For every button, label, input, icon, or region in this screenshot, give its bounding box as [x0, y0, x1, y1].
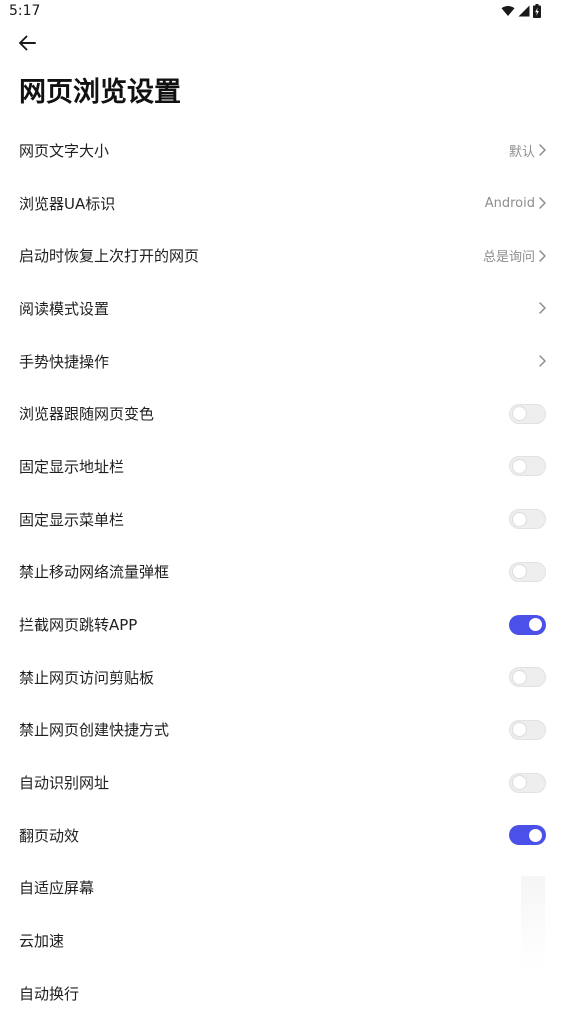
- chevron-right-icon: [539, 355, 546, 367]
- setting-label: 启动时恢复上次打开的网页: [19, 247, 200, 266]
- toggle-knob: [528, 827, 543, 843]
- toggle-switch[interactable]: [509, 561, 546, 582]
- toggle-knob: [512, 722, 527, 738]
- toggle-knob: [512, 775, 527, 791]
- toggle-switch[interactable]: [509, 614, 546, 635]
- setting-right: 默认: [509, 141, 546, 160]
- toggle-knob: [512, 511, 527, 527]
- setting-label: 自适应屏幕: [19, 879, 95, 898]
- setting-value: 总是询问: [482, 250, 535, 266]
- setting-right: [509, 719, 546, 740]
- setting-row[interactable]: 浏览器UA标识 Android: [0, 177, 565, 230]
- setting-label: 浏览器UA标识: [19, 194, 116, 213]
- setting-row[interactable]: 浏览器跟随网页变色: [0, 387, 565, 440]
- arrow-left-icon: [19, 35, 36, 51]
- setting-value: Android: [484, 195, 535, 211]
- setting-label: 禁止网页访问剪贴板: [19, 668, 155, 687]
- toggle-knob: [528, 617, 543, 633]
- toggle-knob: [512, 458, 527, 474]
- setting-row[interactable]: 禁止网页创建快捷方式: [0, 704, 565, 757]
- setting-label: 固定显示菜单栏: [19, 510, 125, 529]
- setting-label: 网页文字大小: [19, 141, 110, 160]
- toggle-switch[interactable]: [509, 772, 546, 793]
- status-time: 5:17: [9, 3, 41, 19]
- setting-row[interactable]: 启动时恢复上次打开的网页 总是询问: [0, 229, 565, 282]
- chevron-right-icon: [539, 302, 546, 315]
- setting-row[interactable]: 网页文字大小 默认: [0, 124, 565, 177]
- setting-row[interactable]: 自动识别网址: [0, 756, 565, 809]
- setting-right: [509, 456, 546, 477]
- status-icons: [501, 4, 541, 18]
- setting-row[interactable]: 固定显示菜单栏: [0, 493, 565, 546]
- toggle-switch[interactable]: [509, 825, 546, 846]
- setting-label: 拦截网页跳转APP: [19, 616, 138, 635]
- setting-row[interactable]: 翻页动效: [0, 809, 565, 862]
- toggle-knob: [512, 669, 527, 685]
- chevron-right-icon: [539, 144, 546, 157]
- setting-right: [539, 302, 546, 315]
- toggle-switch[interactable]: [509, 456, 546, 477]
- setting-label: 固定显示地址栏: [19, 457, 125, 476]
- cellular-signal-icon: [518, 5, 530, 17]
- setting-right: [539, 355, 546, 367]
- setting-row[interactable]: 禁止移动网络流量弹框: [0, 546, 565, 599]
- setting-row[interactable]: 阅读模式设置: [0, 282, 565, 335]
- toggle-switch[interactable]: [509, 509, 546, 530]
- setting-label: 禁止移动网络流量弹框: [19, 563, 170, 582]
- setting-right: Android: [485, 196, 546, 211]
- chevron-right-icon: [539, 249, 546, 262]
- chevron-right-icon: [539, 197, 546, 209]
- page-title: 网页浏览设置: [19, 77, 181, 108]
- setting-row[interactable]: 自动换行: [0, 967, 565, 1020]
- battery-charging-icon: [533, 4, 541, 18]
- wifi-icon: [501, 5, 515, 16]
- status-bar: 5:17: [0, 0, 565, 24]
- setting-row[interactable]: 自适应屏幕: [0, 862, 565, 915]
- loading-placeholder: [521, 876, 545, 972]
- toggle-switch[interactable]: [509, 667, 546, 688]
- setting-label: 翻页动效: [19, 826, 80, 845]
- setting-right: [509, 825, 546, 846]
- toggle-switch[interactable]: [509, 403, 546, 424]
- setting-label: 自动换行: [19, 984, 80, 1003]
- setting-row[interactable]: 云加速: [0, 914, 565, 967]
- setting-label: 手势快捷操作: [19, 352, 110, 371]
- setting-row[interactable]: 手势快捷操作: [0, 335, 565, 388]
- setting-label: 云加速: [19, 932, 65, 951]
- setting-label: 浏览器跟随网页变色: [19, 405, 155, 424]
- setting-right: [509, 614, 546, 635]
- setting-right: [509, 772, 546, 793]
- setting-label: 阅读模式设置: [19, 299, 110, 318]
- settings-list: 网页文字大小 默认浏览器UA标识 Android 启动时恢复上次打开的网页 总是询问阅读…: [0, 124, 565, 1020]
- setting-row[interactable]: 拦截网页跳转APP: [0, 598, 565, 651]
- toggle-knob: [512, 406, 527, 422]
- back-button[interactable]: [14, 30, 40, 56]
- setting-label: 禁止网页创建快捷方式: [19, 721, 170, 740]
- setting-label: 自动识别网址: [19, 774, 110, 793]
- setting-row[interactable]: 禁止网页访问剪贴板: [0, 651, 565, 704]
- setting-right: [509, 403, 546, 424]
- toggle-knob: [512, 564, 527, 580]
- setting-right: 总是询问: [483, 246, 546, 265]
- setting-right: [509, 561, 546, 582]
- setting-right: [509, 509, 546, 530]
- setting-right: [509, 667, 546, 688]
- setting-row[interactable]: 固定显示地址栏: [0, 440, 565, 493]
- toggle-switch[interactable]: [509, 719, 546, 740]
- setting-value: 默认: [508, 144, 535, 160]
